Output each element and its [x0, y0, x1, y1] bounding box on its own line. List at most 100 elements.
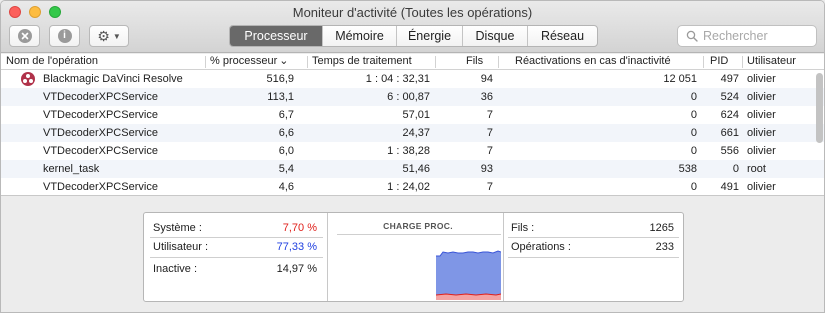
threads-count: 7 [486, 127, 493, 139]
cpu-percent: 6,7 [278, 109, 294, 121]
threads-value: 1265 [649, 222, 674, 234]
pid: 491 [720, 181, 739, 193]
table-header: Nom de l'opération % processeur ⌄ Temps d… [1, 54, 824, 70]
idle-wakeups: 12 051 [663, 73, 697, 85]
cpu-load-chart [436, 250, 501, 300]
idle-wakeups: 538 [678, 163, 697, 175]
column-header-pid[interactable]: PID [710, 54, 728, 70]
cpu-time: 1 : 38,28 [387, 145, 430, 157]
tab-disque[interactable]: Disque [462, 26, 527, 46]
cpu-time: 1 : 24,02 [387, 181, 430, 193]
threads-count: 7 [486, 109, 493, 121]
column-header-wakeups[interactable]: Réactivations en cas d'inactivité [515, 54, 671, 70]
processes-value: 233 [655, 241, 674, 253]
cpu-percent: 5,4 [278, 163, 294, 175]
threads-count: 93 [480, 163, 493, 175]
cpu-percent: 113,1 [267, 91, 294, 103]
pid: 624 [720, 109, 739, 121]
cpu-percent: 4,6 [278, 181, 294, 193]
pid: 556 [720, 145, 739, 157]
idle-wakeups: 0 [690, 127, 697, 139]
threads-label: Fils : [511, 222, 535, 234]
process-name: kernel_task [43, 163, 100, 175]
search-icon [686, 30, 698, 42]
idle-wakeups: 0 [690, 91, 697, 103]
user-value: 77,33 % [276, 241, 317, 253]
table-row[interactable]: kernel_task 5,4 51,46 93 538 0 root [1, 160, 824, 178]
cpu-percent: 6,0 [278, 145, 294, 157]
cpu-time: 1 : 04 : 32,31 [365, 73, 430, 85]
davinci-resolve-app-icon [21, 72, 35, 86]
column-header-cpu[interactable]: % processeur ⌄ [210, 54, 288, 70]
threads-count: 7 [486, 181, 493, 193]
chevron-down-icon: ▼ [112, 31, 121, 41]
cpu-time: 24,37 [402, 127, 430, 139]
column-header-time[interactable]: Temps de traitement [312, 54, 412, 70]
search-placeholder: Rechercher [703, 29, 768, 43]
idle-label: Inactive : [153, 263, 198, 275]
activity-monitor-window: Moniteur d'activité (Toutes les opératio… [0, 0, 825, 313]
process-name: VTDecoderXPCService [43, 109, 158, 121]
process-name: VTDecoderXPCService [43, 127, 158, 139]
category-tabs: Processeur Mémoire Énergie Disque Réseau [229, 25, 598, 47]
table-row[interactable]: VTDecoderXPCService 4,6 1 : 24,02 7 0 49… [1, 178, 824, 196]
user: olivier [747, 145, 776, 157]
process-name: VTDecoderXPCService [43, 91, 158, 103]
action-menu-button[interactable]: ⚙ ▼ [89, 25, 129, 47]
table-row[interactable]: VTDecoderXPCService 113,1 6 : 00,87 36 0… [1, 88, 824, 106]
column-header-threads[interactable]: Fils [466, 54, 483, 70]
user: olivier [747, 91, 776, 103]
process-name: VTDecoderXPCService [43, 145, 158, 157]
cpu-load-chart-title: CHARGE PROC. [383, 221, 453, 231]
table-row[interactable]: VTDecoderXPCService 6,6 24,37 7 0 661 ol… [1, 124, 824, 142]
system-label: Système : [153, 222, 202, 234]
threads-count: 7 [486, 145, 493, 157]
process-table: Nom de l'opération % processeur ⌄ Temps d… [1, 54, 824, 196]
table-scrollbar[interactable] [816, 73, 823, 143]
cpu-summary-panel: Système : 7,70 % Utilisateur : 77,33 % I… [143, 212, 684, 302]
sort-descending-icon: ⌄ [279, 55, 289, 67]
column-header-user[interactable]: Utilisateur [747, 54, 796, 70]
idle-wakeups: 0 [690, 145, 697, 157]
cpu-percent: 6,6 [278, 127, 294, 139]
window-title: Moniteur d'activité (Toutes les opératio… [292, 5, 533, 20]
process-name: Blackmagic DaVinci Resolve [43, 73, 183, 85]
user: olivier [747, 127, 776, 139]
pid: 497 [720, 73, 739, 85]
processes-label: Opérations : [511, 241, 571, 253]
cpu-time: 57,01 [402, 109, 430, 121]
tab-reseau[interactable]: Réseau [527, 26, 597, 46]
user-load-area [436, 251, 501, 300]
title-bar: Moniteur d'activité (Toutes les opératio… [1, 1, 824, 53]
tab-energie[interactable]: Énergie [396, 26, 462, 46]
gear-icon: ⚙ [97, 28, 110, 44]
table-row[interactable]: VTDecoderXPCService 6,0 1 : 38,28 7 0 55… [1, 142, 824, 160]
inspect-process-button[interactable]: i [49, 25, 80, 47]
tab-memoire[interactable]: Mémoire [322, 26, 396, 46]
user-label: Utilisateur : [153, 241, 209, 253]
system-value: 7,70 % [282, 222, 317, 234]
user: olivier [747, 73, 776, 85]
info-circle-icon: i [57, 29, 72, 43]
cpu-time: 6 : 00,87 [387, 91, 430, 103]
threads-count: 36 [480, 91, 493, 103]
tab-processeur[interactable]: Processeur [230, 26, 322, 46]
x-circle-icon [17, 29, 32, 43]
column-header-cpu-label: % processeur [210, 55, 278, 67]
user: olivier [747, 181, 776, 193]
pid: 661 [720, 127, 739, 139]
stop-process-button[interactable] [9, 25, 40, 47]
pid: 524 [720, 91, 739, 103]
table-row[interactable]: Blackmagic DaVinci Resolve 516,9 1 : 04 … [1, 70, 824, 88]
cpu-percent: 516,9 [266, 73, 294, 85]
cpu-time: 51,46 [402, 163, 430, 175]
user: olivier [747, 109, 776, 121]
threads-count: 94 [480, 73, 493, 85]
pid: 0 [732, 163, 739, 175]
search-field[interactable]: Rechercher [677, 25, 817, 47]
idle-value: 14,97 % [276, 263, 317, 275]
process-name: VTDecoderXPCService [43, 181, 158, 193]
idle-wakeups: 0 [690, 181, 697, 193]
table-row[interactable]: VTDecoderXPCService 6,7 57,01 7 0 624 ol… [1, 106, 824, 124]
column-header-name[interactable]: Nom de l'opération [6, 54, 98, 70]
